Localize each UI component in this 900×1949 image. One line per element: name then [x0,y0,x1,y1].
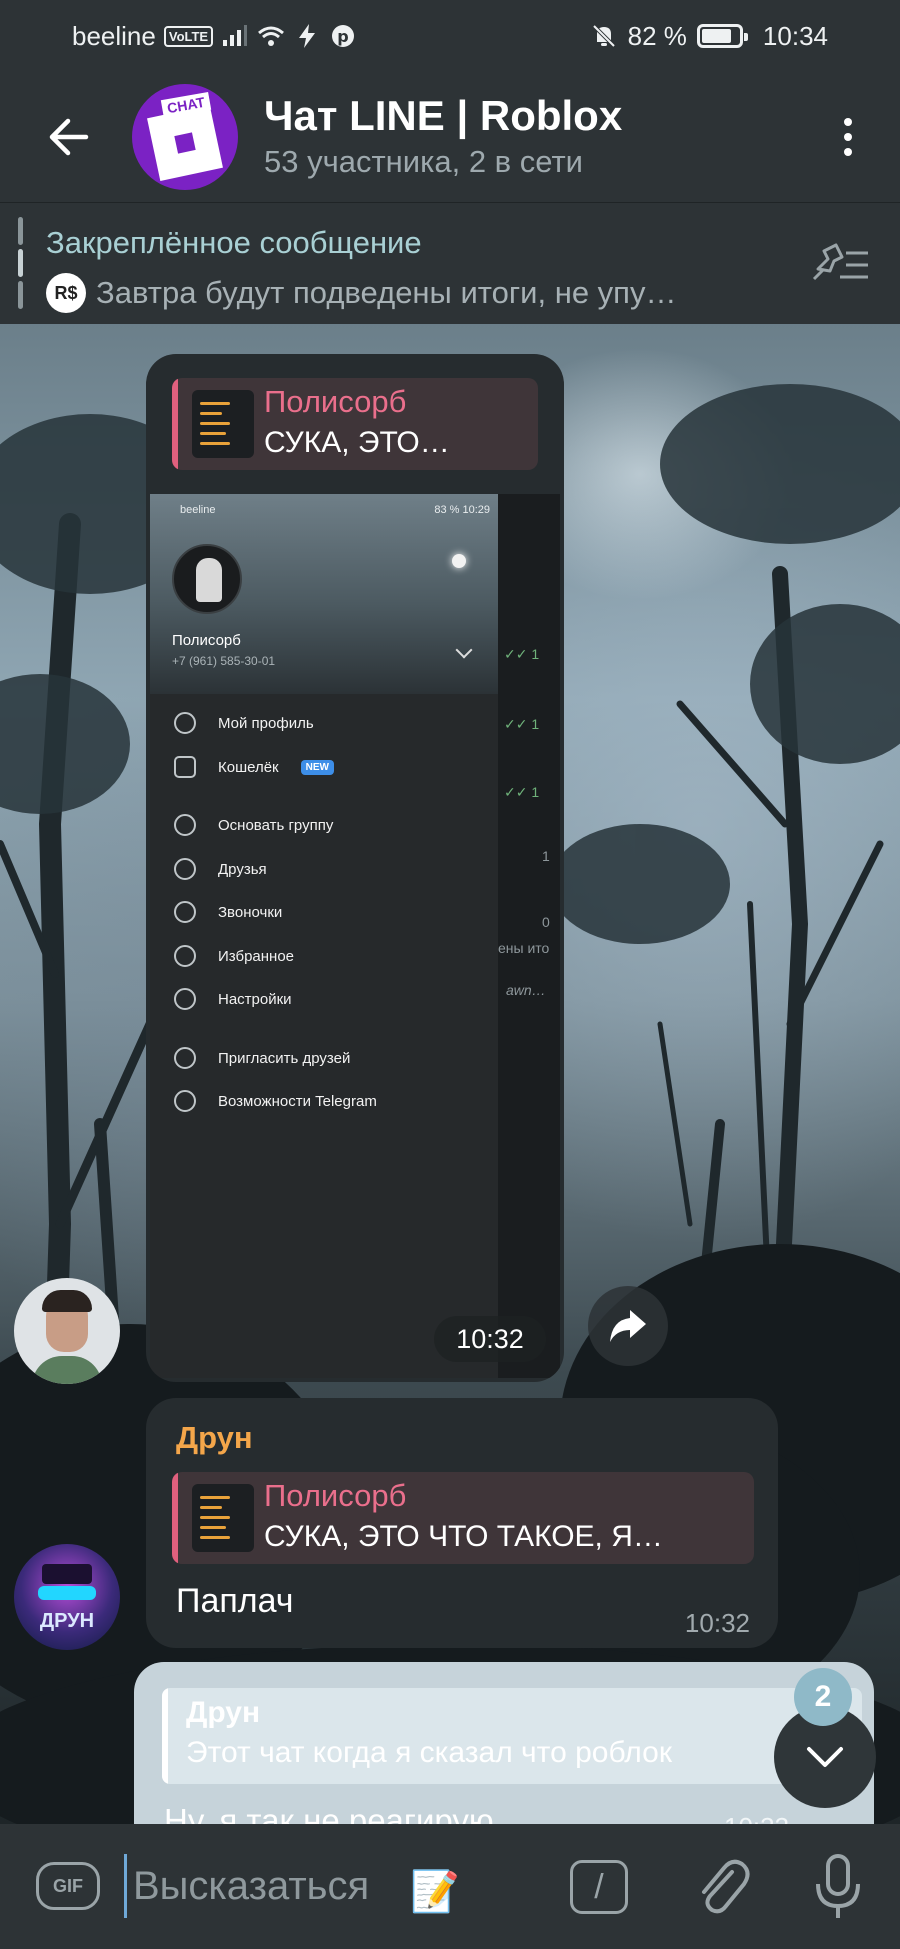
chat-info[interactable]: Чат LINE | Roblox 53 участника, 2 в сети [264,91,818,183]
saved-icon [174,945,196,967]
roblox-logo-icon [147,105,223,181]
pinned-text: Завтра будут подведены итоги, не упу… [96,275,677,310]
image-message[interactable]: Полисорб СУКА, ЭТО… beeline 83 % 10:29 П… [146,354,564,1382]
back-arrow-icon [49,118,89,156]
reply-sender: Друн [186,1696,261,1729]
invite-icon [174,1047,196,1069]
menu-item: Кошелёк NEW [174,756,334,778]
battery-percent: 82 % [627,20,687,51]
theme-toggle-icon [452,554,466,568]
chevron-down-icon [455,641,473,659]
shot-chatlist-edge: ✓✓ 1 ✓✓ 1 ✓✓ 1 1 0 ены ито awn… [498,494,560,1378]
microphone-icon [816,1854,860,1918]
reply-text: СУКА, ЭТО ЧТО ТАКОЕ, Я… [264,1520,663,1553]
memo-emoji-icon: 📝 [410,1870,460,1914]
pin-indicator [18,217,23,309]
share-button[interactable] [588,1286,668,1366]
bot-commands-button[interactable]: / [570,1860,628,1914]
shot-profile-avatar [172,544,242,614]
group-icon [174,814,196,836]
calls-icon [174,901,196,923]
attach-button[interactable] [690,1854,750,1918]
message-time: 10:32 [684,1608,750,1638]
pinned-list-button[interactable] [810,239,870,289]
shot-battery: 83 % [434,504,460,516]
shot-side-menu: Мой профиль Кошелёк NEW Основать группу Д… [150,694,498,1378]
chat-members-status: 53 участника, 2 в сети [264,144,583,179]
pinterest-icon: p [329,22,357,50]
reply-sender: Полисорб [264,1478,407,1513]
help-icon [174,1090,196,1112]
shot-carrier: beeline [180,504,216,516]
screenshot-image[interactable]: beeline 83 % 10:29 Полисорб +7 (961) 585… [150,494,560,1378]
chevron-down-icon [807,1747,843,1767]
wallet-icon [174,756,196,778]
menu-item: Основать группу [174,814,333,836]
paperclip-icon [702,1859,750,1914]
menu-item: Избранное [174,945,294,967]
chat-title: Чат LINE | Roblox [264,92,623,139]
back-button[interactable] [28,97,108,177]
robux-icon: R$ [46,273,86,313]
share-arrow-icon [610,1310,646,1342]
reply-text: СУКА, ЭТО… [264,426,450,459]
pinned-title: Закреплённое сообщение [46,225,422,260]
new-badge: NEW [300,759,334,775]
wifi-icon [257,22,285,50]
message-bubble[interactable]: Друн Полисорб СУКА, ЭТО ЧТО ТАКОЕ, Я… Па… [146,1398,778,1648]
charging-bolt-icon [293,22,321,50]
menu-item: Пригласить друзей [174,1047,350,1069]
pinned-message-bar[interactable]: Закреплённое сообщение R$ Завтра будут п… [0,202,900,324]
avatar-label: ДРУН [39,1610,95,1632]
chat-header: CHAT Чат LINE | Roblox 53 участника, 2 в… [0,72,900,202]
menu-item: Друзья [174,858,267,880]
reply-sender: Полисорб [264,384,407,419]
menu-item: Мой профиль [174,712,314,734]
message-text: Паплач [176,1582,294,1620]
chat-avatar[interactable]: CHAT [132,84,238,190]
message-input-bar: GIF Высказаться 📝 / [0,1824,900,1949]
more-options-button[interactable] [818,97,878,177]
status-bar: beeline VoLTE p 82 % 10:34 [0,0,900,72]
reply-preview[interactable]: Полисорб СУКА, ЭТО ЧТО ТАКОЕ, Я… [172,1472,754,1564]
carrier-label: beeline [72,20,156,51]
message-input[interactable]: Высказаться [124,1854,524,1918]
reply-preview[interactable]: Полисорб СУКА, ЭТО… [172,378,538,470]
svg-text:p: p [337,27,348,46]
reply-thumbnail [192,1484,254,1552]
pin-list-icon [812,243,868,281]
reply-preview[interactable]: Друн Этот чат когда я сказал что роблок [162,1688,862,1784]
reply-thumbnail [192,390,254,458]
shot-phone: +7 (961) 585-30-01 [172,654,276,668]
mute-bell-icon [590,22,618,50]
image-timestamp: 10:32 [434,1316,546,1362]
signal-icon [221,22,249,50]
shot-time: 10:29 [462,504,490,516]
gif-button[interactable]: GIF [36,1862,100,1910]
friends-icon [174,858,196,880]
battery-icon [696,24,748,48]
menu-item: Возможности Telegram [174,1090,377,1112]
message-sender[interactable]: Друн [176,1420,253,1456]
unread-count-badge: 2 [794,1668,852,1726]
menu-item: Звоночки [174,901,282,923]
profile-icon [174,712,196,734]
shot-profile-name: Полисорб [172,632,241,649]
settings-icon [174,988,196,1010]
volte-icon: VoLTE [163,25,214,47]
menu-item: Настройки [174,988,292,1010]
sender-avatar-polisorb[interactable] [14,1278,120,1384]
clock: 10:34 [762,20,828,51]
microphone-button[interactable] [808,1852,868,1922]
sender-avatar-drun[interactable]: ДРУН [14,1544,120,1650]
reply-text: Этот чат когда я сказал что роблок [186,1736,672,1769]
